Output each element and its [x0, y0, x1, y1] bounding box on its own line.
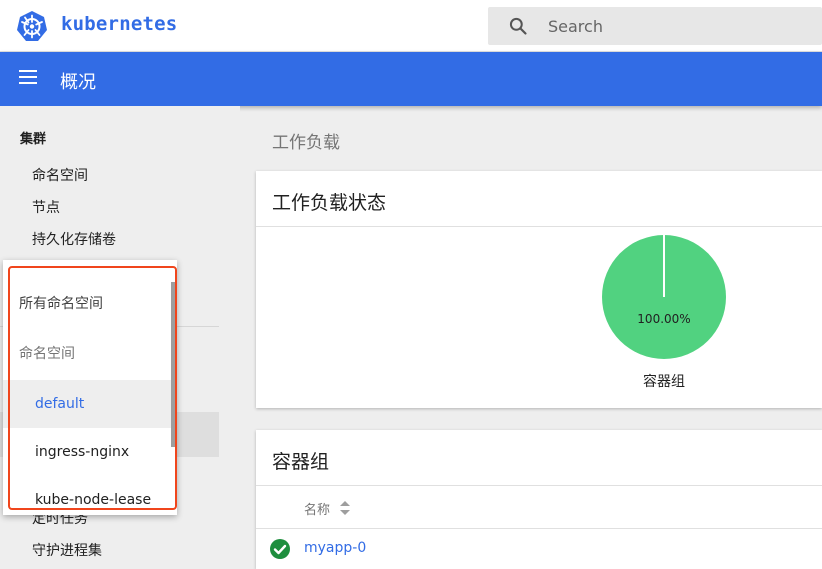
- search-icon: [509, 17, 527, 35]
- pod-name-link[interactable]: myapp-0: [304, 540, 366, 556]
- dropdown-option-default[interactable]: default: [3, 380, 171, 428]
- namespace-dropdown[interactable]: 所有命名空间 命名空间 default ingress-nginx kube-n…: [3, 260, 177, 515]
- sidebar-item-namespaces[interactable]: 命名空间: [32, 165, 88, 185]
- check-circle-icon: [270, 539, 290, 559]
- dropdown-scrollbar[interactable]: [171, 282, 177, 447]
- title-bar: 概况: [0, 52, 822, 106]
- page-title: 概况: [60, 72, 96, 93]
- pods-pie-chart: 100.00%: [602, 235, 726, 359]
- dropdown-option-ingress-nginx[interactable]: ingress-nginx: [3, 428, 171, 476]
- kubernetes-logo-icon[interactable]: [16, 10, 48, 42]
- dropdown-group-label: 命名空间: [19, 346, 75, 362]
- top-header: kubernetes: [0, 0, 822, 52]
- pie-slice-label: 100.00%: [637, 312, 690, 326]
- card-divider: [256, 226, 822, 227]
- sidebar-item-daemonsets[interactable]: 守护进程集: [32, 540, 102, 560]
- search-box[interactable]: [488, 7, 822, 45]
- table-row[interactable]: myapp-0: [256, 528, 822, 568]
- dropdown-option-kube-node-lease[interactable]: kube-node-lease: [3, 476, 171, 515]
- card-title: 工作负载状态: [272, 192, 387, 214]
- card-title: 容器组: [272, 451, 330, 473]
- sidebar-item-nodes[interactable]: 节点: [32, 197, 60, 217]
- workload-status-card: 工作负载状态 100.00% 容器组: [256, 171, 822, 408]
- sidebar-item-persistent-volumes[interactable]: 持久化存储卷: [32, 229, 116, 249]
- sidebar-section-cluster[interactable]: 集群: [20, 128, 46, 147]
- card-divider: [256, 485, 822, 486]
- brand-name[interactable]: kubernetes: [61, 13, 177, 35]
- menu-icon[interactable]: [19, 70, 39, 88]
- section-heading: 工作负载: [272, 133, 340, 153]
- dropdown-option-all-namespaces[interactable]: 所有命名空间: [3, 280, 171, 328]
- column-header-name[interactable]: 名称: [304, 499, 330, 518]
- pie-chart-caption: 容器组: [643, 374, 685, 390]
- search-input[interactable]: [548, 7, 808, 45]
- pods-card: 容器组 名称 myapp-0: [256, 430, 822, 569]
- sort-arrows-icon[interactable]: [340, 501, 350, 515]
